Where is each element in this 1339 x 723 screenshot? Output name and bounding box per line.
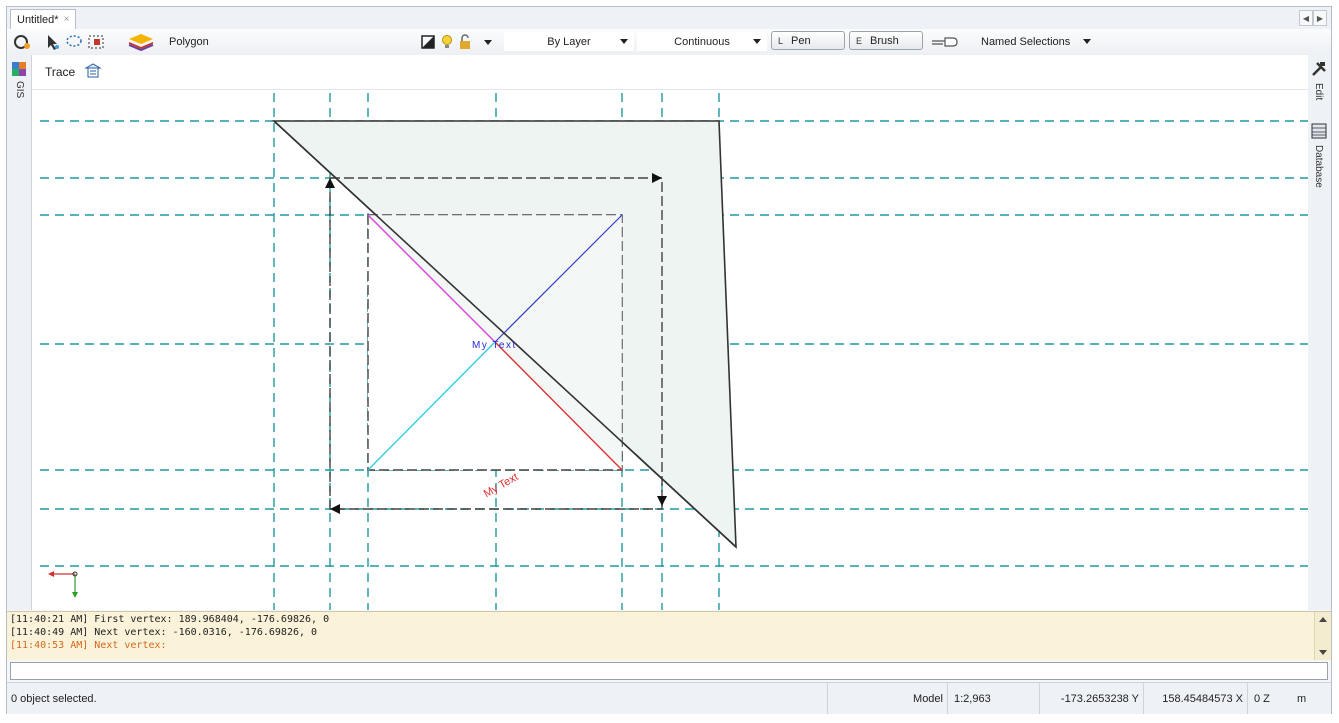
tab-title: Untitled* — [17, 13, 59, 26]
snap-settings-icon[interactable] — [12, 32, 32, 52]
selection-status: 0 object selected. — [11, 692, 97, 705]
layer-dropdown-chevron-icon[interactable] — [483, 32, 493, 52]
lasso-select-icon[interactable] — [65, 32, 83, 52]
units-display: m — [1297, 692, 1307, 705]
layer-visibility-icon[interactable] — [421, 32, 435, 52]
model-space-toggle[interactable]: Model — [897, 683, 947, 714]
console-scrollbar[interactable] — [1314, 612, 1331, 660]
color-value: By Layer — [547, 35, 591, 48]
status-bar: 0 object selected. Model 1:2,963 -173.26… — [7, 682, 1331, 714]
brush-label: Brush — [870, 34, 899, 47]
tab-prev-icon[interactable]: ◀ — [1299, 10, 1313, 26]
right-side-panel: Edit Database — [1306, 55, 1331, 610]
pen-button[interactable]: L Pen — [771, 31, 845, 50]
coordinate-z: 0 Z — [1247, 683, 1291, 714]
hand-pointer-icon[interactable] — [931, 32, 959, 52]
gis-icon[interactable] — [11, 61, 27, 80]
linetype-dropdown[interactable]: Continuous — [637, 32, 767, 51]
layer-dropdown[interactable]: Polygon — [161, 32, 507, 51]
brush-button[interactable]: E Brush — [849, 31, 923, 50]
gis-tab[interactable]: GIS — [14, 81, 25, 98]
linetype-value: Continuous — [674, 35, 730, 48]
window-select-icon[interactable] — [87, 32, 107, 52]
console-line: [11:40:21 AM] First vertex: 189.968404, … — [10, 614, 330, 625]
database-tab[interactable]: Database — [1313, 145, 1324, 188]
select-arrow-icon[interactable] — [45, 32, 61, 52]
document-tabbar: Untitled* × ◀ ▶ — [7, 7, 1331, 30]
edit-tab[interactable]: Edit — [1313, 83, 1324, 100]
color-dropdown[interactable]: By Layer — [504, 32, 634, 51]
layer-name: Polygon — [169, 35, 209, 48]
tab-next-icon[interactable]: ▶ — [1313, 10, 1327, 26]
named-selections-dropdown[interactable]: Named Selections — [975, 32, 1097, 51]
ucs-axis-icon — [48, 571, 78, 598]
cad-drawing[interactable]: My Text My Text — [32, 55, 1308, 610]
console-line: [11:40:53 AM] Next vertex: — [10, 640, 167, 651]
arrow-head — [325, 178, 335, 188]
brush-shortcut: E — [856, 35, 863, 46]
status-empty-cell — [827, 683, 897, 714]
tab-untitled[interactable]: Untitled* × — [10, 9, 77, 29]
lock-icon[interactable] — [459, 32, 471, 52]
chevron-down-icon — [620, 39, 628, 44]
coordinate-y: -173.2653238 Y — [1039, 683, 1143, 714]
named-selections-label: Named Selections — [981, 35, 1071, 48]
app-window: Untitled* × ◀ ▶ Polygon By Layer Continu… — [6, 6, 1332, 714]
left-side-panel: GIS — [7, 55, 32, 610]
drawing-canvas[interactable]: Trace My Text My Text — [32, 55, 1308, 610]
layers-icon[interactable] — [127, 32, 155, 52]
bulb-icon[interactable] — [441, 32, 453, 52]
scale-display[interactable]: 1:2,963 — [947, 683, 1039, 714]
command-input[interactable] — [10, 662, 1328, 680]
chevron-down-icon — [1083, 39, 1091, 44]
chevron-down-icon — [753, 39, 761, 44]
main-toolbar: Polygon By Layer Continuous L Pen E Brus… — [7, 29, 1331, 56]
command-history: [11:40:21 AM] First vertex: 189.968404, … — [7, 611, 1331, 660]
edit-tools-icon[interactable] — [1311, 61, 1327, 80]
database-icon[interactable] — [1311, 123, 1327, 142]
horizontal-text[interactable]: My Text — [472, 340, 517, 351]
pen-label: Pen — [791, 34, 811, 47]
arrow-head — [657, 496, 667, 506]
tab-close-icon[interactable]: × — [64, 14, 70, 25]
tab-nav: ◀ ▶ — [1299, 10, 1327, 26]
pen-shortcut: L — [778, 35, 784, 46]
console-line: [11:40:49 AM] Next vertex: -160.0316, -1… — [10, 627, 318, 638]
arrow-head — [330, 504, 340, 514]
coordinate-x: 158.45484573 X — [1143, 683, 1247, 714]
rotated-text[interactable]: My Text — [482, 471, 521, 500]
